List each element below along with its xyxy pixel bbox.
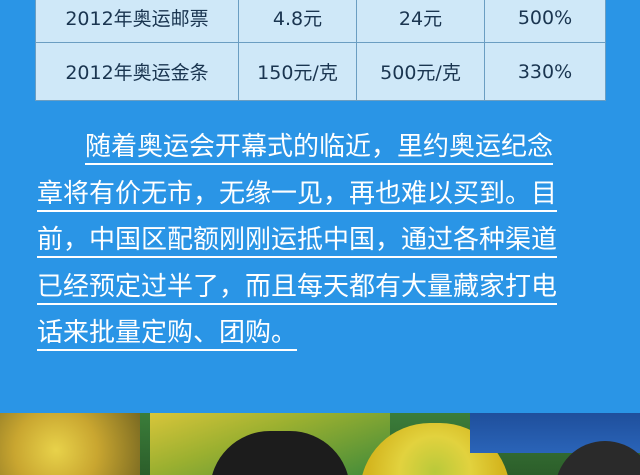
price-cell: 500元/克 bbox=[356, 42, 485, 101]
article-line: 随着奥运会开幕式的临近，里约奥运纪念 bbox=[85, 132, 554, 162]
price-table-container: 2012年奥运邮票 4.8元 24元 500% 2012年奥运金条 150元/克… bbox=[35, 0, 606, 101]
article-line: 话来批量定购、团购。 bbox=[37, 318, 298, 348]
article-paragraph: 随着奥运会开幕式的临近，里约奥运纪念 章将有价无市，无缘一见，再也难以买到。目 … bbox=[37, 124, 607, 357]
change-cell: 330% bbox=[484, 42, 606, 101]
price-cell: 24元 bbox=[356, 0, 485, 43]
item-name-cell: 2012年奥运邮票 bbox=[35, 0, 239, 43]
price-table: 2012年奥运邮票 4.8元 24元 500% 2012年奥运金条 150元/克… bbox=[35, 0, 606, 101]
fans-photo bbox=[0, 413, 640, 475]
change-cell: 500% bbox=[484, 0, 606, 43]
table-row: 2012年奥运金条 150元/克 500元/克 330% bbox=[35, 42, 606, 101]
price-cell: 4.8元 bbox=[238, 0, 357, 43]
article-line: 前，中国区配额刚刚运抵中国，通过各种渠道 bbox=[37, 225, 558, 255]
table-row: 2012年奥运邮票 4.8元 24元 500% bbox=[35, 0, 606, 43]
price-cell: 150元/克 bbox=[238, 42, 357, 101]
item-name-cell: 2012年奥运金条 bbox=[35, 42, 239, 101]
photo-pompom bbox=[0, 413, 140, 475]
article-line: 章将有价无市，无缘一见，再也难以买到。目 bbox=[37, 178, 558, 209]
article-line: 已经预定过半了，而且每天都有大量藏家打电 bbox=[37, 271, 558, 302]
